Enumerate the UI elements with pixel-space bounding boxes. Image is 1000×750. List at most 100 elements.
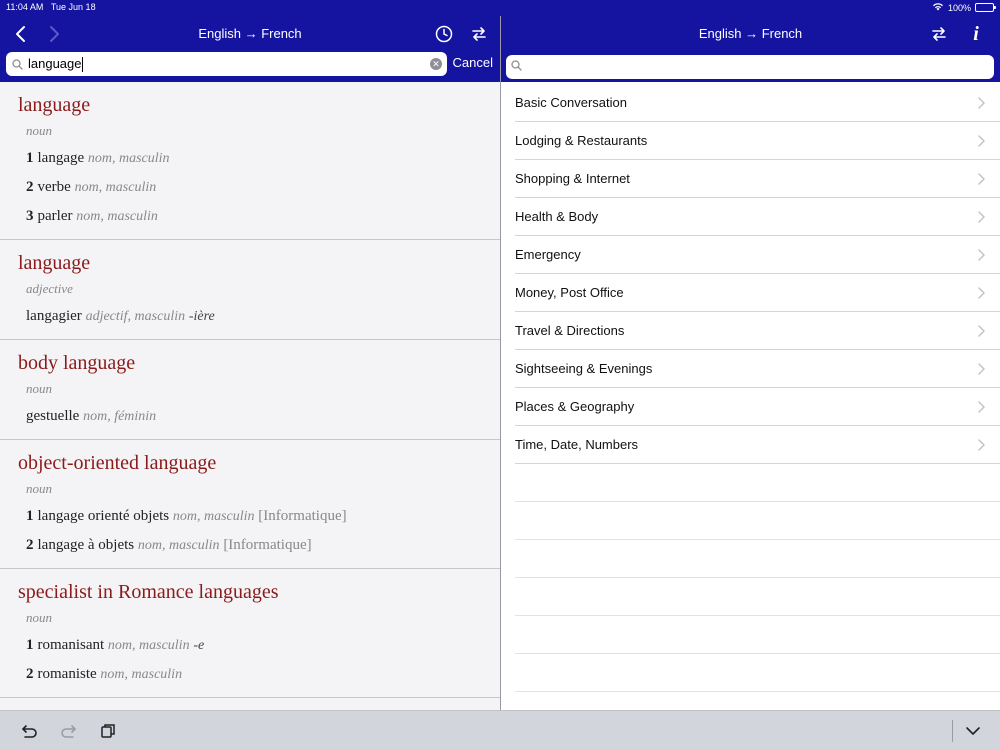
dictionary-entry[interactable]: specialist in Romance languages noun 1 roma… bbox=[0, 569, 500, 698]
sense-number: 1 bbox=[26, 150, 34, 166]
translation-sense[interactable]: 3 parler nom, masculin bbox=[26, 202, 500, 231]
right-navbar: English → French i bbox=[501, 16, 1000, 52]
chevron-right-icon bbox=[978, 248, 988, 261]
info-icon[interactable]: i bbox=[965, 23, 987, 45]
entry-headword[interactable]: specialist in Romance languages bbox=[18, 579, 500, 605]
entry-headword[interactable]: language bbox=[18, 92, 500, 118]
battery-percent: 100% bbox=[947, 2, 971, 13]
battery-icon bbox=[975, 3, 996, 12]
dictionary-entry[interactable]: student of Romance languagesnoun bbox=[0, 698, 500, 710]
phrasebook-category-item[interactable]: Travel & Directions bbox=[515, 312, 1000, 350]
phrasebook-category-item[interactable]: Basic Conversation bbox=[515, 84, 1000, 122]
chevron-down-icon[interactable] bbox=[962, 721, 984, 741]
status-right: 100% bbox=[932, 2, 996, 13]
wifi-icon bbox=[932, 2, 944, 13]
status-date: Tue Jun 18 bbox=[50, 2, 96, 12]
translation-sense[interactable]: 1 langage nom, masculin bbox=[26, 144, 500, 173]
dictionary-entry[interactable]: language adjective langagier adjectif, mas… bbox=[0, 240, 500, 340]
sense-number: 2 bbox=[26, 179, 34, 195]
translation-sense[interactable]: langagier adjectif, masculin -ière bbox=[26, 302, 500, 331]
phrasebook-category-item[interactable]: Sightseeing & Evenings bbox=[515, 350, 1000, 388]
category-label: Sightseeing & Evenings bbox=[515, 361, 653, 376]
subject-domain: [Informatique] bbox=[223, 537, 312, 553]
sense-number: 1 bbox=[26, 637, 34, 653]
entry-headword[interactable]: object-oriented language bbox=[18, 450, 500, 476]
translation-word[interactable]: langagier bbox=[26, 308, 82, 324]
undo-icon[interactable] bbox=[18, 721, 40, 741]
translation-word[interactable]: langage bbox=[38, 150, 85, 166]
phrasebook-category-item[interactable]: Places & Geography bbox=[515, 388, 1000, 426]
category-label: Basic Conversation bbox=[515, 95, 627, 110]
translation-word[interactable]: parler bbox=[38, 208, 73, 224]
translation-word[interactable]: langage à objets bbox=[38, 537, 135, 553]
left-search-area: language ✕ Cancel bbox=[0, 52, 500, 82]
entry-part-of-speech: adjective bbox=[26, 281, 73, 296]
swap-direction-icon[interactable] bbox=[468, 23, 490, 45]
search-input[interactable]: language ✕ bbox=[6, 52, 447, 76]
entry-headword[interactable]: body language bbox=[18, 350, 500, 376]
search-results-list: language noun 1 langage nom, masculin 2 verbe… bbox=[0, 82, 500, 710]
copy-icon[interactable] bbox=[97, 721, 119, 741]
left-nav-title: English → French bbox=[198, 26, 302, 41]
right-search-area bbox=[501, 52, 1000, 82]
grammar-info: nom, féminin bbox=[83, 409, 157, 424]
entry-headword[interactable]: language bbox=[18, 250, 500, 276]
text-caret bbox=[81, 57, 83, 73]
translation-sense[interactable]: 2 romaniste nom, masculin bbox=[26, 660, 500, 689]
chevron-right-icon bbox=[978, 134, 988, 147]
entry-part-of-speech: noun bbox=[26, 481, 52, 496]
dictionary-entry[interactable]: body language noun gestuelle nom, féminin bbox=[0, 340, 500, 440]
translation-word[interactable]: langage orienté objets bbox=[38, 508, 170, 524]
left-navbar: English → French bbox=[0, 16, 500, 52]
status-left: 11:04 AM Tue Jun 18 bbox=[6, 2, 96, 12]
translation-sense[interactable]: gestuelle nom, féminin bbox=[26, 402, 500, 431]
phrasebook-category-item[interactable]: Emergency bbox=[515, 236, 1000, 274]
redo-icon[interactable] bbox=[58, 721, 80, 741]
entry-part-of-speech: noun bbox=[26, 123, 52, 138]
translation-sense[interactable]: 2 verbe nom, masculin bbox=[26, 173, 500, 202]
clear-search-icon[interactable]: ✕ bbox=[430, 58, 442, 70]
swap-direction-icon[interactable] bbox=[928, 23, 950, 45]
translation-word[interactable]: verbe bbox=[38, 179, 71, 195]
empty-list-row bbox=[515, 654, 1000, 692]
chevron-right-icon bbox=[978, 362, 988, 375]
category-label: Shopping & Internet bbox=[515, 171, 630, 186]
phrasebook-search-input[interactable] bbox=[506, 55, 994, 79]
translation-word[interactable]: romanisant bbox=[38, 637, 105, 653]
category-label: Health & Body bbox=[515, 209, 599, 224]
search-input-value[interactable]: language bbox=[28, 56, 430, 73]
category-label: Lodging & Restaurants bbox=[515, 133, 648, 148]
chevron-right-icon bbox=[978, 286, 988, 299]
phrasebook-category-item[interactable]: Shopping & Internet bbox=[515, 160, 1000, 198]
phrasebook-pane: English → French i Basic Conversation Lod… bbox=[501, 16, 1000, 710]
phrasebook-category-item[interactable]: Money, Post Office bbox=[515, 274, 1000, 312]
phrasebook-category-item[interactable]: Health & Body bbox=[515, 198, 1000, 236]
subject-domain: [Informatique] bbox=[258, 508, 347, 524]
phrasebook-list: Basic Conversation Lodging & Restaurants S… bbox=[501, 84, 1000, 692]
empty-list-row bbox=[515, 540, 1000, 578]
history-icon[interactable] bbox=[433, 23, 455, 45]
chevron-right-icon bbox=[978, 324, 988, 337]
feminine-suffix: -ière bbox=[188, 309, 215, 324]
translation-word[interactable]: romaniste bbox=[38, 666, 97, 682]
dictionary-entry[interactable]: language noun 1 langage nom, masculin 2 verbe… bbox=[0, 82, 500, 240]
grammar-info: nom, masculin bbox=[137, 538, 220, 553]
grammar-info: nom, masculin bbox=[100, 667, 183, 682]
translation-sense[interactable]: 1 romanisant nom, masculin -e bbox=[26, 631, 500, 660]
category-label: Money, Post Office bbox=[515, 285, 624, 300]
translation-sense[interactable]: 1 langage orienté objets nom, masculin [I… bbox=[26, 502, 500, 531]
translation-word[interactable]: gestuelle bbox=[26, 408, 79, 424]
chevron-right-icon bbox=[978, 210, 988, 223]
entry-part-of-speech: noun bbox=[26, 381, 52, 396]
empty-list-row bbox=[515, 616, 1000, 654]
sense-number: 2 bbox=[26, 537, 34, 553]
phrasebook-category-item[interactable]: Lodging & Restaurants bbox=[515, 122, 1000, 160]
dictionary-entry[interactable]: object-oriented language noun 1 langage ori… bbox=[0, 440, 500, 569]
cancel-button[interactable]: Cancel bbox=[453, 55, 493, 70]
grammar-info: nom, masculin bbox=[74, 180, 157, 195]
sense-number: 2 bbox=[26, 666, 34, 682]
status-bar: 11:04 AM Tue Jun 18 100% bbox=[0, 0, 1000, 16]
phrasebook-category-item[interactable]: Time, Date, Numbers bbox=[515, 426, 1000, 464]
status-time: 11:04 AM bbox=[6, 2, 44, 12]
translation-sense[interactable]: 2 langage à objets nom, masculin [Informa… bbox=[26, 531, 500, 560]
